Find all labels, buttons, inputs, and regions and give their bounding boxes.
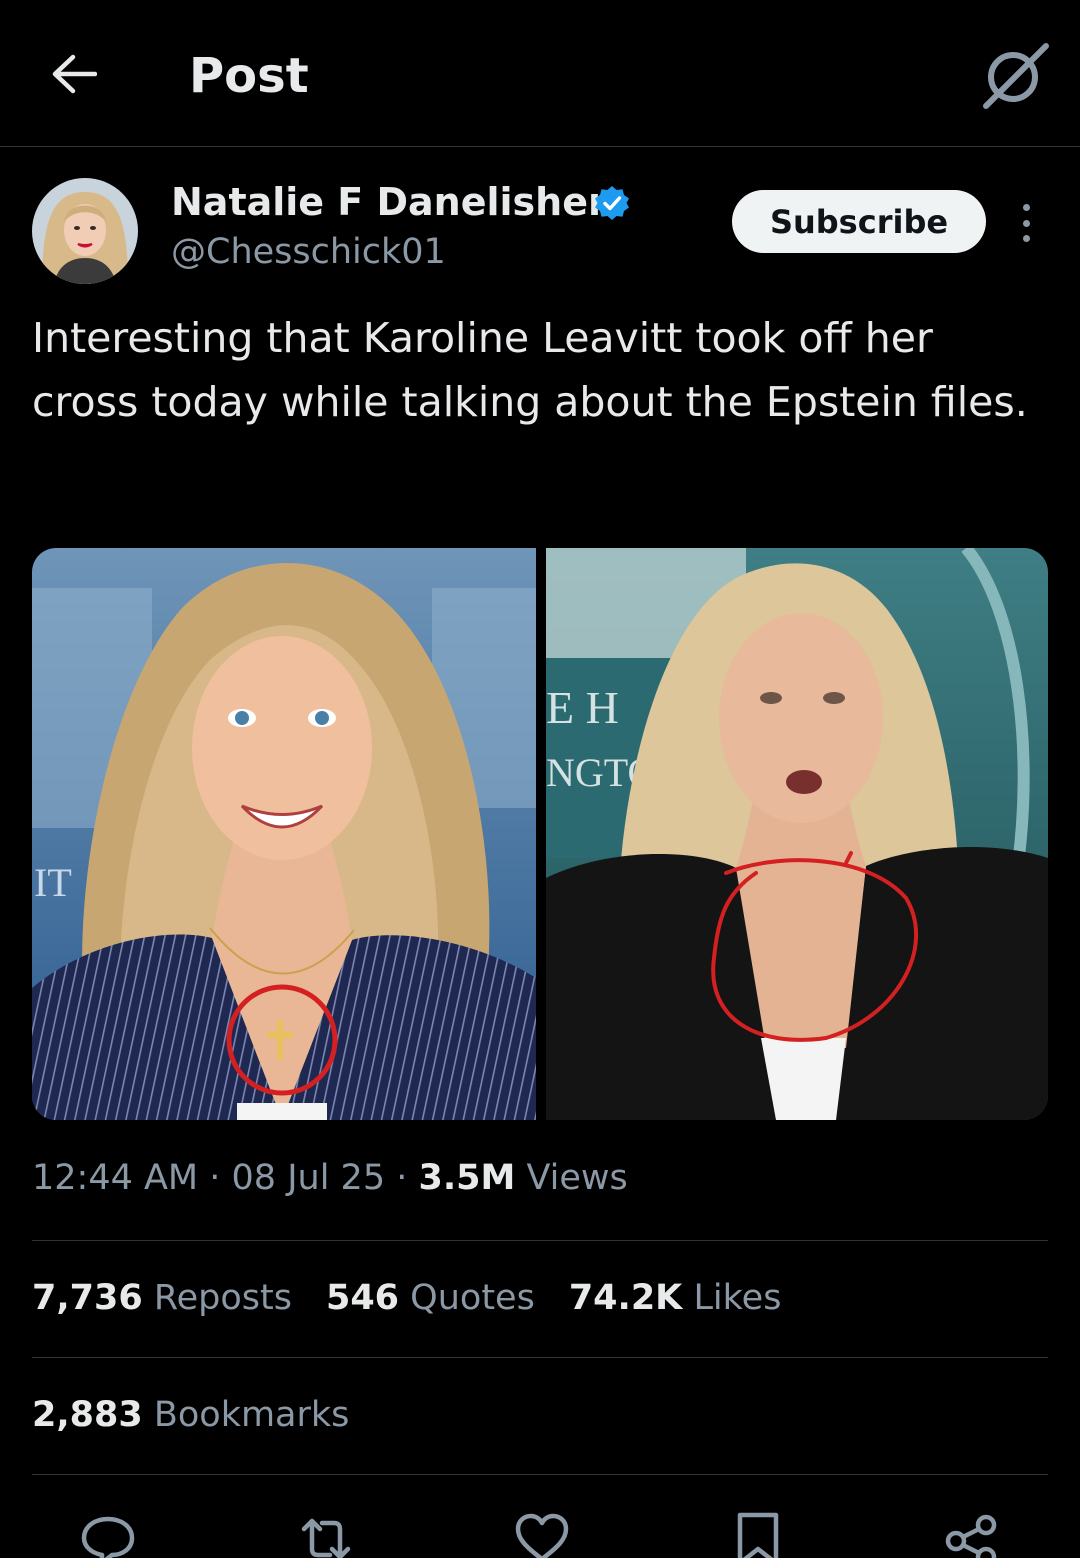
- quotes-stat[interactable]: 546 Quotes: [326, 1278, 535, 1318]
- reply-icon: [81, 1516, 135, 1558]
- more-dot-icon: [1022, 219, 1030, 227]
- media-grid: IT E H NGTO: [32, 548, 1048, 1120]
- page-title: Post: [189, 48, 309, 104]
- backdrop-sign-line1: E H: [546, 682, 619, 733]
- verified-badge-icon: [595, 186, 629, 220]
- repost-button[interactable]: [298, 1511, 354, 1558]
- tweet-timestamp: 12:44 AM · 08 Jul 25 · 3.5M Views: [32, 1158, 628, 1198]
- likes-label: Likes: [693, 1278, 782, 1318]
- reposts-count: 7,736: [32, 1278, 143, 1318]
- reply-button[interactable]: [80, 1511, 136, 1558]
- bookmark-icon: [737, 1512, 779, 1558]
- likes-count: 74.2K: [568, 1278, 683, 1318]
- bookmarks-label: Bookmarks: [153, 1395, 350, 1435]
- tweet-time[interactable]: 12:44 AM: [32, 1158, 198, 1198]
- grok-button[interactable]: [980, 40, 1050, 110]
- share-icon: [945, 1514, 997, 1558]
- views-label: Views: [526, 1158, 628, 1198]
- engagement-stats: 7,736 Reposts 546 Quotes 74.2K Likes: [32, 1278, 781, 1318]
- reposts-label: Reposts: [153, 1278, 292, 1318]
- backdrop-sign-text: IT: [34, 860, 72, 905]
- tweet-date[interactable]: 08 Jul 25: [232, 1158, 386, 1198]
- reposts-stat[interactable]: 7,736 Reposts: [32, 1278, 292, 1318]
- action-bar: [0, 1505, 1080, 1558]
- bookmarks-stat[interactable]: 2,883 Bookmarks: [32, 1395, 349, 1435]
- photo-left: IT: [32, 548, 536, 1120]
- avatar[interactable]: [32, 178, 138, 284]
- photo-right: E H NGTO: [546, 548, 1048, 1120]
- divider: [32, 1240, 1048, 1241]
- more-options-button[interactable]: [1014, 198, 1038, 248]
- share-button[interactable]: [944, 1511, 1000, 1558]
- divider: [32, 1357, 1048, 1358]
- likes-stat[interactable]: 74.2K Likes: [569, 1278, 782, 1318]
- arrow-left-icon: [52, 54, 97, 94]
- media-image-left[interactable]: IT: [32, 548, 536, 1120]
- divider: [32, 1474, 1048, 1475]
- top-bar: Post: [0, 0, 1080, 147]
- repost-icon: [301, 1518, 351, 1558]
- bookmarks-count: 2,883: [32, 1395, 143, 1435]
- more-dot-icon: [1022, 204, 1030, 211]
- author-handle[interactable]: @Chesschick01: [171, 232, 446, 272]
- grok-icon: [983, 43, 1049, 109]
- avatar-image: [32, 178, 138, 284]
- like-button[interactable]: [514, 1511, 570, 1558]
- more-dot-icon: [1022, 235, 1030, 242]
- subscribe-button[interactable]: Subscribe: [732, 190, 986, 253]
- views-count: 3.5M: [418, 1158, 516, 1198]
- media-image-right[interactable]: E H NGTO: [546, 548, 1048, 1120]
- quotes-count: 546: [325, 1278, 400, 1318]
- tweet-text: Interesting that Karoline Leavitt took o…: [32, 314, 1028, 426]
- quotes-label: Quotes: [410, 1278, 535, 1318]
- bookmark-button[interactable]: [730, 1511, 786, 1558]
- like-icon: [515, 1513, 569, 1558]
- author-row: Natalie F Danelishen @Chesschick01 Subsc…: [32, 178, 1048, 288]
- author-name[interactable]: Natalie F Danelishen: [171, 180, 615, 224]
- back-button[interactable]: [44, 44, 104, 104]
